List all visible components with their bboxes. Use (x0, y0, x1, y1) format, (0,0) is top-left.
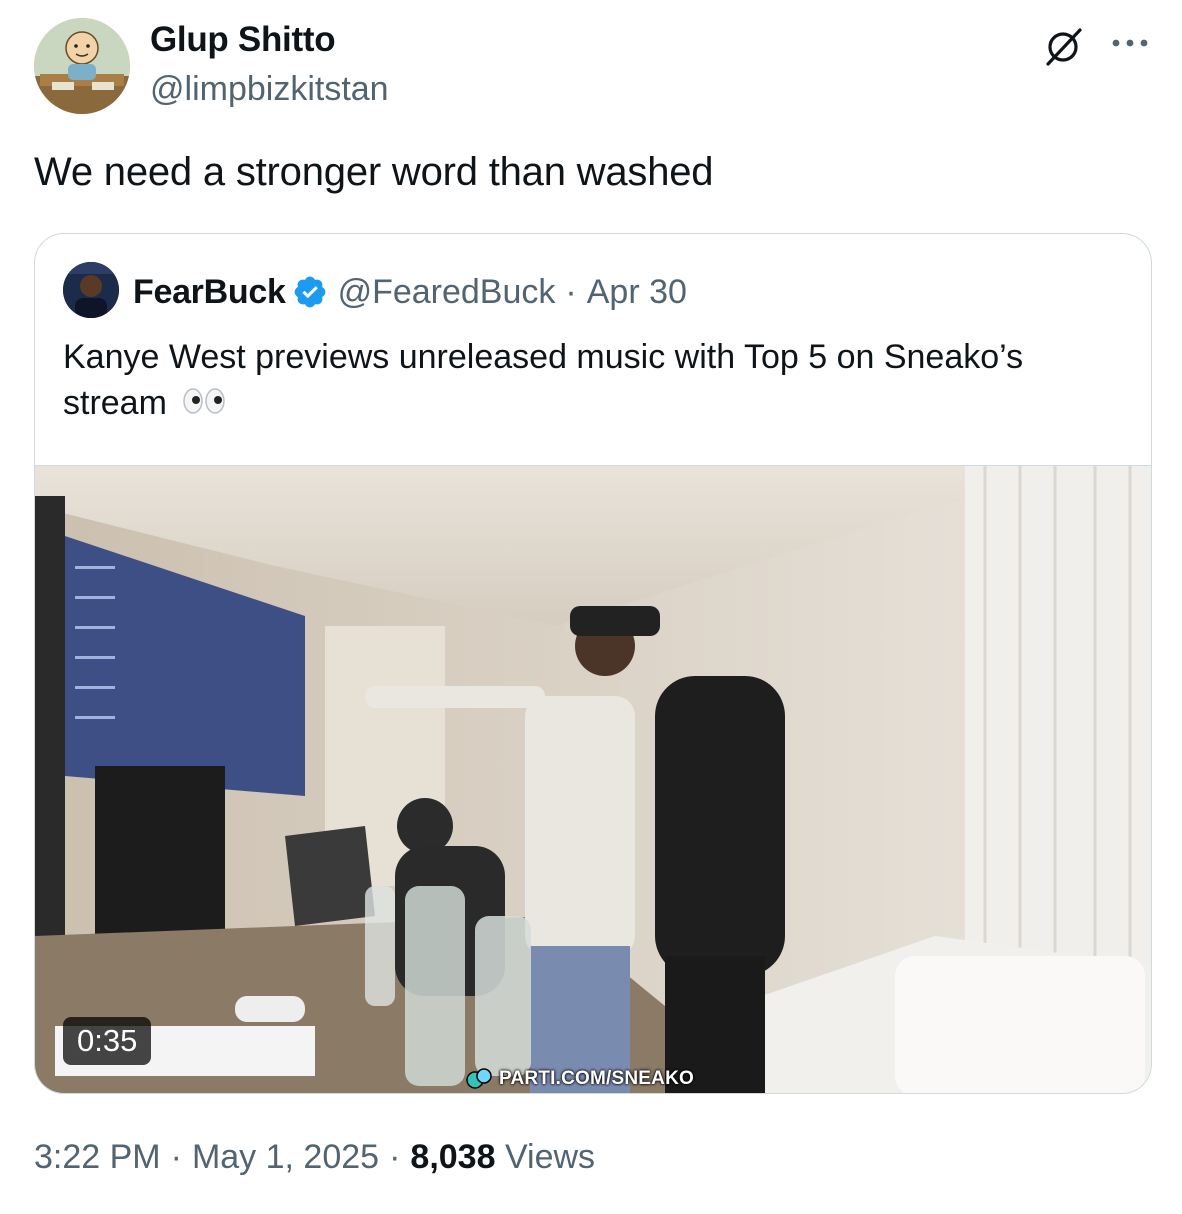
tweet: Glup Shitto @limpbizkitstan We need a st… (0, 0, 1182, 1214)
video-thumbnail (35, 466, 1151, 1093)
parti-logo-icon (465, 1066, 495, 1092)
video-player[interactable]: 0:35 PARTI.COM/SNEAKO (35, 465, 1151, 1093)
more-icon[interactable] (1108, 26, 1152, 60)
tweet-metadata: 3:22 PM · May 1, 2025 · 8,038 Views (34, 1138, 595, 1177)
tweet-date[interactable]: May 1, 2025 (192, 1138, 379, 1176)
author-handle[interactable]: @limpbizkitstan (150, 70, 389, 109)
meta-separator: · (170, 1138, 182, 1176)
quoted-author-avatar[interactable] (63, 262, 119, 318)
tweet-time[interactable]: 3:22 PM (34, 1138, 161, 1176)
quoted-tweet-header: FearBuck @FearedBuck · Apr 30 (133, 270, 687, 314)
author-avatar[interactable] (34, 18, 130, 114)
quoted-author-handle[interactable]: @FearedBuck (338, 273, 556, 312)
header-separator: · (565, 272, 577, 311)
quoted-tweet-card[interactable]: FearBuck @FearedBuck · Apr 30 Kanye West… (34, 233, 1152, 1094)
watermark-text: PARTI.COM/SNEAKO (499, 1068, 694, 1089)
quoted-author-name[interactable]: FearBuck (133, 273, 286, 312)
video-watermark: PARTI.COM/SNEAKO (465, 1066, 694, 1092)
quoted-tweet-text: Kanye West previews unreleased music wit… (63, 334, 1133, 428)
eyes-emoji-icon (182, 382, 226, 428)
meta-separator: · (389, 1138, 401, 1176)
verified-badge-icon (292, 274, 328, 310)
cartoon-avatar-icon (34, 18, 130, 114)
views-count[interactable]: 8,038 (410, 1138, 495, 1176)
views-label: Views (504, 1138, 596, 1176)
quoted-tweet-date[interactable]: Apr 30 (587, 273, 687, 312)
grok-icon[interactable] (1040, 24, 1086, 70)
author-name[interactable]: Glup Shitto (150, 20, 336, 60)
video-duration-badge: 0:35 (63, 1017, 152, 1065)
tweet-text: We need a stronger word than washed (34, 150, 714, 194)
